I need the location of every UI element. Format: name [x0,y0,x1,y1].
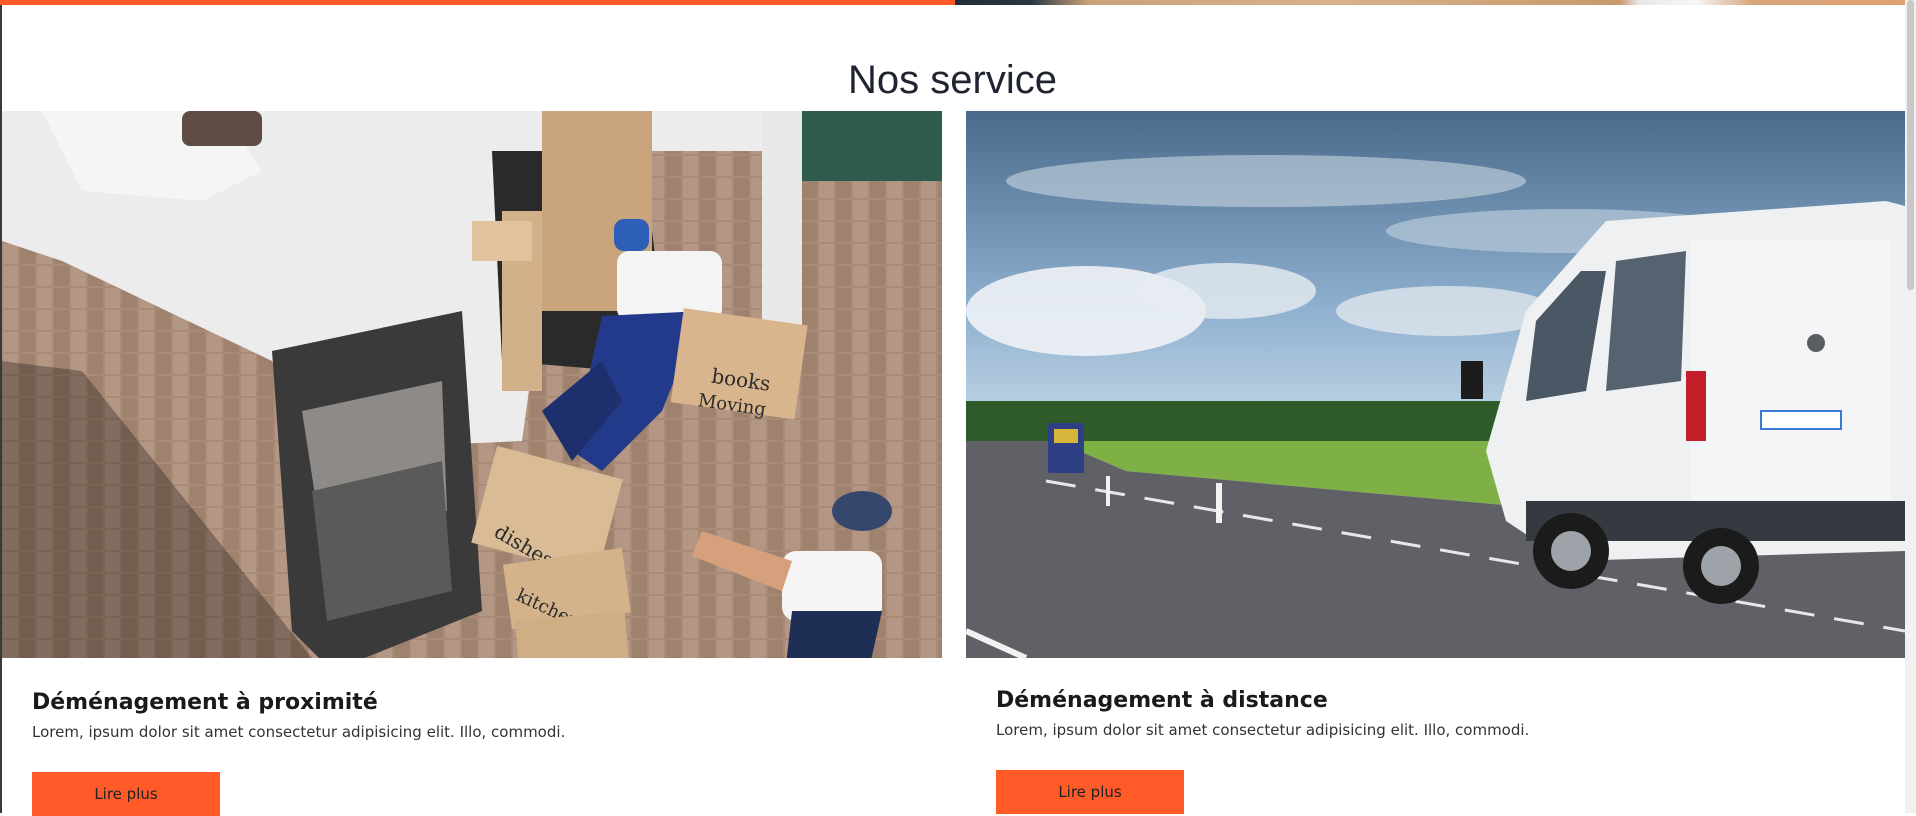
read-more-button[interactable]: Lire plus [32,772,220,816]
read-more-button[interactable]: Lire plus [996,770,1184,814]
card-title: Déménagement à distance [996,688,1328,713]
top-banner-strip [0,0,1905,5]
section-title: Nos service [848,58,1057,102]
movers-loading-boxes-photo: books Moving dishes kitchen [2,111,942,658]
card-description: Lorem, ipsum dolor sit amet consectetur … [32,723,566,741]
white-van-on-road-photo [966,111,1905,658]
service-card-proximity: books Moving dishes kitchen Déménagement… [2,111,942,816]
top-accent-bar [0,0,955,5]
vertical-scrollbar[interactable] [1905,0,1916,813]
top-banner-image [955,0,1905,5]
scrollbar-thumb[interactable] [1907,0,1914,290]
card-title: Déménagement à proximité [32,690,378,715]
service-card-distance: Déménagement à distance Lorem, ipsum dol… [966,111,1905,814]
card-description: Lorem, ipsum dolor sit amet consectetur … [996,721,1530,739]
